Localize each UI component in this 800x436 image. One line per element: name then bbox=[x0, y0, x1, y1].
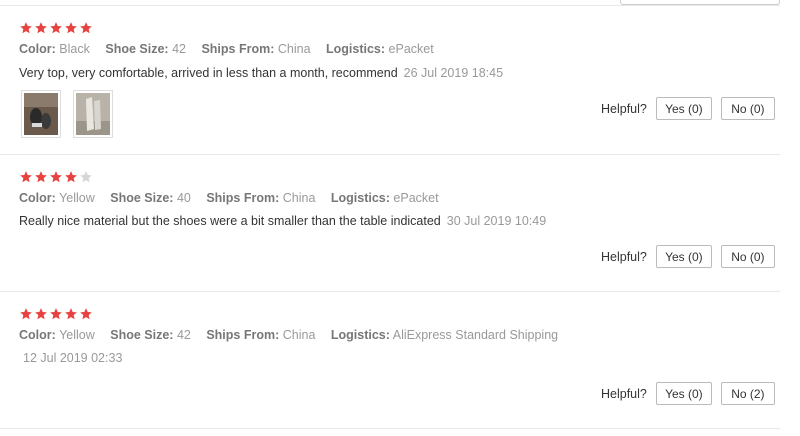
star-rating bbox=[19, 307, 93, 321]
star-icon bbox=[35, 308, 47, 320]
top-divider bbox=[0, 5, 780, 6]
helpful-vote: Helpful? Yes (0) No (0) bbox=[601, 245, 775, 268]
helpful-vote: Helpful? Yes (0) No (0) bbox=[601, 97, 775, 120]
review-divider bbox=[0, 154, 780, 155]
helpful-yes-button[interactable]: Yes (0) bbox=[655, 245, 712, 268]
helpful-label: Helpful? bbox=[601, 249, 647, 264]
star-icon bbox=[65, 22, 77, 34]
star-icon bbox=[35, 22, 47, 34]
star-icon bbox=[20, 22, 32, 34]
photo-shoes-2 bbox=[76, 93, 110, 135]
star-icon bbox=[80, 308, 92, 320]
star-icon bbox=[65, 308, 77, 320]
review-text: Really nice material but the shoes were … bbox=[19, 214, 547, 228]
review-photo[interactable] bbox=[73, 90, 113, 138]
star-icon bbox=[80, 171, 92, 183]
review-photo[interactable] bbox=[21, 90, 61, 138]
review-date: 12 Jul 2019 02:33 bbox=[23, 351, 123, 365]
review-date: 30 Jul 2019 10:49 bbox=[446, 214, 547, 228]
star-icon bbox=[35, 171, 47, 183]
review-meta: Color: Yellow Shoe Size: 42 Ships From: … bbox=[19, 328, 559, 342]
review-text: Very top, very comfortable, arrived in l… bbox=[19, 66, 504, 80]
star-icon bbox=[20, 171, 32, 183]
helpful-label: Helpful? bbox=[601, 101, 647, 116]
star-icon bbox=[65, 171, 77, 183]
helpful-yes-button[interactable]: Yes (0) bbox=[655, 97, 712, 120]
review-divider bbox=[0, 291, 780, 292]
star-icon bbox=[50, 22, 62, 34]
review-date: 26 Jul 2019 18:45 bbox=[403, 66, 504, 80]
helpful-no-button[interactable]: No (0) bbox=[720, 97, 775, 120]
review-meta: Color: Black Shoe Size: 42 Ships From: C… bbox=[19, 42, 434, 56]
review-meta: Color: Yellow Shoe Size: 40 Ships From: … bbox=[19, 191, 439, 205]
helpful-label: Helpful? bbox=[601, 386, 647, 401]
star-icon bbox=[50, 308, 62, 320]
star-icon bbox=[20, 308, 32, 320]
helpful-vote: Helpful? Yes (0) No (2) bbox=[601, 382, 775, 405]
helpful-no-button[interactable]: No (0) bbox=[720, 245, 775, 268]
review-divider bbox=[0, 428, 780, 429]
helpful-no-button[interactable]: No (2) bbox=[720, 382, 775, 405]
helpful-yes-button[interactable]: Yes (0) bbox=[655, 382, 712, 405]
star-icon bbox=[80, 22, 92, 34]
star-icon bbox=[50, 171, 62, 183]
star-rating bbox=[19, 170, 93, 184]
star-rating bbox=[19, 21, 93, 35]
photo-shoes-1 bbox=[24, 93, 58, 135]
